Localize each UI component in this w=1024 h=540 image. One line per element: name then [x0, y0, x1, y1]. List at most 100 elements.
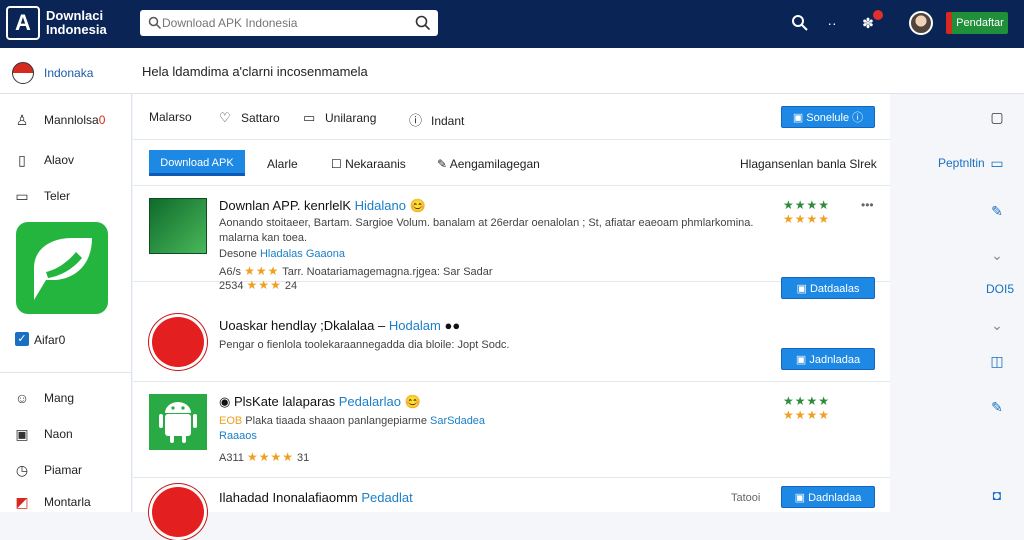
checkbox-icon: ☐ [331, 157, 346, 171]
list-item[interactable]: Ilahadad Inonalafiaomm Pedadlat Tatooi ▣… [133, 478, 890, 540]
flag-red-icon: ◩ [15, 494, 29, 510]
phone-icon: ▯ [18, 152, 26, 168]
bookmark-icon[interactable]: ▢ [988, 108, 1006, 126]
edit-icon[interactable]: ✎ [988, 202, 1006, 220]
leaf-icon [34, 238, 92, 300]
comment-icon: ▭ [303, 110, 316, 125]
more-options-icon[interactable]: ••• [861, 198, 874, 212]
notification-badge [873, 10, 883, 20]
search-box [140, 10, 438, 36]
app-thumbnail[interactable] [149, 314, 207, 370]
download-button[interactable]: ▣ Dadnladaa [781, 486, 875, 508]
sidebar-item-label: Teler [44, 189, 71, 203]
app-title[interactable]: Ilahadad Inonalafiaomm Pedadlat [219, 490, 413, 505]
download-button[interactable]: ▣ Datdaalas [781, 277, 875, 299]
tab-aengamilagegan[interactable]: ✎ Aengamilagegan [437, 157, 540, 171]
book-icon[interactable]: ◫ [988, 352, 1006, 370]
side-stars-green: ★★★★ [783, 394, 831, 408]
checkbox[interactable]: ✓ [15, 332, 29, 346]
sidebar-divider [0, 372, 132, 373]
chevron-down-icon[interactable]: ⌄ [988, 246, 1006, 264]
app-title[interactable]: ◉ PlsKate lalaparas Pedalarlao 😊 [219, 394, 421, 410]
sidebar-item-label: Alaov [44, 153, 75, 167]
list-item[interactable]: ◉ PlsKate lalaparas Pedalarlao 😊 EOB Pla… [133, 382, 890, 478]
brand-line2: Indonesia [46, 22, 107, 37]
toolbar-item-malarso[interactable]: Malarso [149, 110, 192, 124]
region-label[interactable]: Indonaka [44, 66, 93, 80]
app-meta: Tatooi [731, 492, 761, 504]
image-icon: ▣ [15, 426, 29, 442]
tab-label: Aengamilagegan [449, 157, 540, 171]
sidebar-item-label: Mannlolsa0 [44, 113, 106, 127]
download-box-icon: ▣ [795, 354, 810, 366]
right-label[interactable]: Peptnltin [938, 156, 985, 170]
toolbar-item-label: Unilarang [325, 111, 377, 125]
app-thumbnail[interactable] [149, 394, 207, 450]
tab-nekaraanis[interactable]: ☐ Nekaraanis [331, 157, 406, 171]
download-button[interactable]: ▣ Jadnladaa [781, 348, 875, 370]
right-bar: ▢ Peptnltin ▭ ✎ ⌄ DOI5 ⌄ ◫ ✎ ◘ [890, 94, 1024, 512]
search-submit-icon[interactable] [414, 14, 432, 32]
app-logo[interactable] [16, 222, 108, 314]
app-rating-row: A311 ★★★★ 31 [219, 450, 309, 464]
download-box-icon: ▣ [794, 492, 809, 504]
tab-download-apk[interactable]: Download APK [149, 150, 245, 176]
sort-label[interactable]: Hlagansenlan banla Slrek [740, 157, 877, 171]
app-title-text: Uoaskar hendlay ;Dkalalaa – [219, 318, 386, 333]
developer-link[interactable]: Raaaos [219, 430, 257, 442]
pencil-icon: ✎ [437, 157, 450, 171]
more-dots-icon[interactable]: ·· [822, 13, 842, 33]
toolbar-action-label: Sonelule [806, 112, 850, 124]
toolbar-item-label: Sattaro [241, 111, 280, 125]
search-input[interactable] [162, 14, 402, 32]
toolbar-item-label: Indant [431, 114, 465, 128]
download-label: Datdaalas [809, 283, 860, 295]
heart-icon: ♡ [219, 110, 231, 125]
developer-link[interactable]: Hladalas Gaaona [260, 248, 345, 260]
emoji-icon: 😊 [404, 394, 421, 409]
info-icon: ⓘ [852, 112, 864, 124]
register-button[interactable]: Pendaftar [946, 12, 1008, 34]
sidebar-item-label: Mang [44, 391, 75, 405]
toolbar-action-button[interactable]: ▣ Sonelule ⓘ [781, 106, 875, 128]
logo-icon[interactable]: A [6, 6, 40, 40]
app-developer: Desone Hladalas Gaaona [219, 248, 345, 260]
app-thumbnail[interactable] [149, 198, 207, 254]
app-title[interactable]: Uoaskar hendlay ;Dkalalaa – Hodalam ●● [219, 318, 460, 333]
download-label: Dadnladaa [808, 492, 862, 504]
download-box-icon: ▣ [792, 112, 807, 124]
sidebar: ♙ Mannlolsa0 ▯ Alaov ▭ Teler ✓ Aifar0 ☺ … [0, 94, 132, 512]
chevron-down-icon[interactable]: ⌄ [988, 316, 1006, 334]
app-title[interactable]: Downlan APP. kenrlelK Hidalano 😊 [219, 198, 426, 214]
rating-stars: ★★★★ [246, 450, 294, 464]
desc-link[interactable]: SarSdadea [430, 415, 485, 427]
tab-alarle[interactable]: Alarle [267, 157, 298, 171]
toolbar-item-indant[interactable]: ⓘ Indant [409, 110, 464, 129]
main-content: Malarso ♡ Sattaro ▭ Unilarang ⓘ Indant ▣ So… [133, 94, 890, 540]
app-publisher: Pedadlat [361, 490, 413, 505]
desc-prefix: EOB [219, 415, 243, 427]
avatar-icon: ●● [444, 318, 461, 333]
clipboard-icon[interactable]: ◘ [988, 486, 1006, 504]
avatar-icon: ◉ [219, 394, 234, 409]
toolbar-item-unilarang[interactable]: ▭ Unilarang [303, 110, 376, 126]
list-item[interactable]: Downlan APP. kenrlelK Hidalano 😊 Aonando… [133, 186, 890, 299]
person-icon: ☺ [14, 390, 30, 406]
toolbar-item-sattaro[interactable]: ♡ Sattaro [219, 110, 280, 126]
rating-label: 2534 [219, 280, 244, 292]
comment-icon[interactable]: ▭ [988, 154, 1006, 172]
app-developer: Raaaos [219, 430, 257, 442]
flag-icon[interactable] [12, 62, 34, 84]
user-icon: ♙ [15, 112, 29, 128]
rating-label: A311 [219, 452, 244, 464]
app-publisher: Hodalam [388, 318, 441, 333]
app-thumbnail[interactable] [149, 484, 207, 540]
edit-icon[interactable]: ✎ [988, 398, 1006, 416]
side-stars-orange: ★★★★ [783, 212, 831, 226]
brand-name[interactable]: Downlaci Indonesia [46, 9, 136, 37]
search-icon[interactable] [790, 13, 810, 33]
avatar[interactable] [909, 11, 933, 35]
info-icon: ⓘ [409, 113, 423, 128]
welcome-text: Hela ldamdima a'clarni incosenmamela [142, 64, 368, 79]
list-item[interactable]: Uoaskar hendlay ;Dkalalaa – Hodalam ●● P… [133, 306, 890, 382]
